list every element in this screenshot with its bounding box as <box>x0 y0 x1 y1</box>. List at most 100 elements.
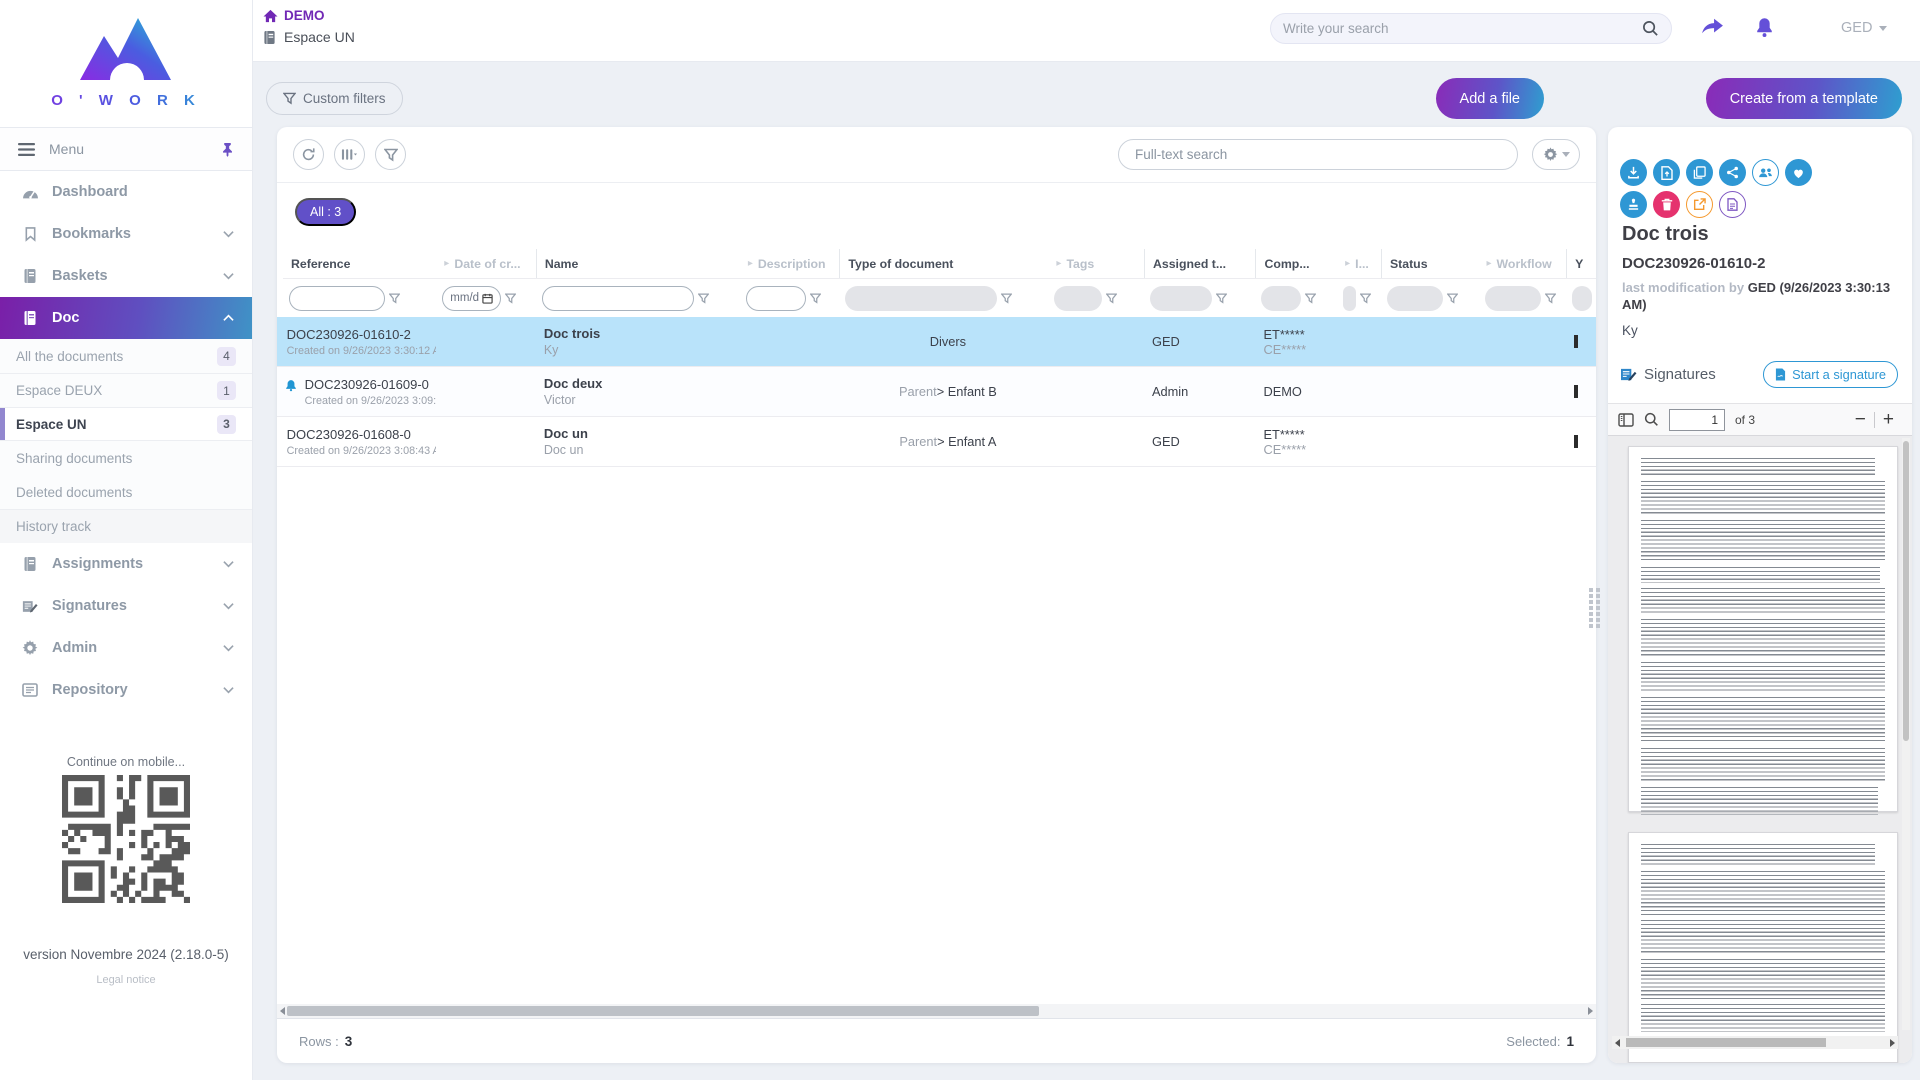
filter-icon[interactable] <box>1216 293 1227 304</box>
sidebar-item-all-documents[interactable]: All the documents 4 <box>0 339 252 373</box>
pdf-horizontal-scrollbar[interactable] <box>1612 1036 1898 1049</box>
column-header-assigned[interactable]: Assigned t... <box>1144 249 1256 278</box>
filter-company-input[interactable] <box>1261 286 1301 311</box>
filter-icon[interactable] <box>1106 293 1117 304</box>
sidebar-item-deleted-documents[interactable]: Deleted documents <box>0 475 252 509</box>
scrollbar-thumb[interactable] <box>1626 1038 1826 1047</box>
scroll-right-arrow[interactable] <box>1890 1039 1895 1047</box>
column-header-date[interactable]: Date of cr... <box>436 249 536 278</box>
sidebar-item-signatures[interactable]: Signatures <box>0 585 252 627</box>
column-header-reference[interactable]: Reference <box>283 249 436 278</box>
sidebar-item-baskets[interactable]: Baskets <box>0 255 252 297</box>
sidebar-item-bookmarks[interactable]: Bookmarks <box>0 213 252 255</box>
filter-icon[interactable] <box>1001 293 1012 304</box>
start-signature-button[interactable]: Start a signature <box>1763 361 1898 388</box>
upload-version-button[interactable] <box>1653 159 1680 186</box>
column-header-type[interactable]: Type of document <box>839 249 1048 278</box>
filter-icon[interactable] <box>1447 293 1458 304</box>
filter-i-input[interactable] <box>1343 286 1356 311</box>
sidebar-item-sharing-documents[interactable]: Sharing documents <box>0 441 252 475</box>
scroll-left-arrow[interactable] <box>280 1007 285 1015</box>
column-header-i[interactable]: I... <box>1337 249 1381 278</box>
pin-icon[interactable] <box>221 142 234 157</box>
sidebar-item-doc[interactable]: Doc <box>0 297 252 339</box>
sidebar-item-espace-un[interactable]: Espace UN 3 <box>0 407 252 441</box>
breadcrumb-space[interactable]: Espace UN <box>263 29 355 45</box>
table-row[interactable]: DOC230926-01610-2 Created on 9/26/2023 3… <box>277 317 1596 367</box>
zoom-in-button[interactable]: + <box>1875 410 1902 429</box>
create-from-template-button[interactable]: Create from a template <box>1706 78 1902 119</box>
download-button[interactable] <box>1620 159 1647 186</box>
table-filter-button[interactable] <box>375 139 406 170</box>
filter-icon[interactable] <box>505 293 516 304</box>
notifications-bell-icon[interactable] <box>1753 16 1776 40</box>
column-header-description[interactable]: Description <box>740 249 840 278</box>
sidebar-item-repository[interactable]: Repository <box>0 669 252 711</box>
column-header-status[interactable]: Status <box>1381 249 1479 278</box>
filter-assigned-input[interactable] <box>1150 286 1212 311</box>
filter-icon[interactable] <box>1545 293 1556 304</box>
filter-description-input[interactable] <box>746 286 806 311</box>
search-icon[interactable] <box>1642 20 1659 37</box>
sidebar-toggle-icon[interactable] <box>1618 413 1634 427</box>
pdf-page-input[interactable] <box>1669 409 1725 431</box>
global-search-input[interactable] <box>1283 21 1642 36</box>
filter-status-input[interactable] <box>1387 286 1443 311</box>
column-header-tags[interactable]: Tags <box>1048 249 1144 278</box>
table-row[interactable]: DOC230926-01609-0 Created on 9/26/2023 3… <box>277 367 1596 417</box>
custom-filters-button[interactable]: Custom filters <box>266 82 403 115</box>
pdf-viewer[interactable]: Il est certain que, si Ravaillac n'avait… <box>1608 436 1912 1063</box>
column-header-company[interactable]: Comp... <box>1255 249 1337 278</box>
menu-toggle[interactable]: Menu <box>0 127 252 171</box>
filter-icon[interactable] <box>1360 293 1371 304</box>
app-logo[interactable]: O ' W O R K <box>0 0 252 109</box>
sidebar-item-espace-deux[interactable]: Espace DEUX 1 <box>0 373 252 407</box>
scrollbar-thumb[interactable] <box>287 1006 1039 1016</box>
column-header-workflow[interactable]: Workflow <box>1479 249 1567 278</box>
favorite-heart-button[interactable] <box>1785 159 1812 186</box>
filter-icon[interactable] <box>698 293 709 304</box>
filter-icon[interactable] <box>1305 293 1316 304</box>
scroll-left-arrow[interactable] <box>1615 1039 1620 1047</box>
scroll-right-arrow[interactable] <box>1588 1007 1593 1015</box>
filter-name-input[interactable] <box>542 286 694 311</box>
table-horizontal-scrollbar[interactable] <box>277 1004 1596 1018</box>
share-button[interactable] <box>1719 159 1746 186</box>
legal-notice-link[interactable]: Legal notice <box>0 974 252 986</box>
pdf-vertical-scrollbar[interactable] <box>1902 438 1910 1030</box>
table-row[interactable]: DOC230926-01608-0 Created on 9/26/2023 3… <box>277 417 1596 467</box>
filter-workflow-input[interactable] <box>1485 286 1541 311</box>
panel-resize-handle[interactable] <box>1589 588 1600 628</box>
refresh-button[interactable] <box>293 139 324 170</box>
user-menu[interactable]: GED <box>1841 20 1887 36</box>
users-access-button[interactable] <box>1752 159 1779 186</box>
columns-button[interactable] <box>334 139 365 170</box>
column-header-name[interactable]: Name <box>536 249 740 278</box>
filter-type-input[interactable] <box>845 286 997 311</box>
scrollbar-thumb[interactable] <box>1903 441 1909 741</box>
filter-icon[interactable] <box>810 293 821 304</box>
stamp-button[interactable] <box>1620 191 1647 218</box>
open-external-button[interactable] <box>1686 191 1713 218</box>
filter-icon[interactable] <box>389 293 400 304</box>
breadcrumb-home[interactable]: DEMO <box>263 8 355 23</box>
share-forward-icon[interactable] <box>1700 16 1725 37</box>
delete-button[interactable] <box>1653 191 1680 218</box>
table-settings-button[interactable] <box>1532 139 1580 170</box>
pdf-search-icon[interactable] <box>1644 412 1659 427</box>
add-file-button[interactable]: Add a file <box>1436 78 1544 119</box>
sidebar-item-assignments[interactable]: Assignments <box>0 543 252 585</box>
sidebar-item-dashboard[interactable]: Dashboard <box>0 171 252 213</box>
sidebar-item-history-track[interactable]: History track <box>0 509 252 543</box>
fulltext-search-input[interactable] <box>1118 139 1518 170</box>
zoom-out-button[interactable]: − <box>1847 410 1874 429</box>
column-header-y[interactable]: Y <box>1566 249 1596 278</box>
filter-tags-input[interactable] <box>1054 286 1102 311</box>
all-count-badge[interactable]: All : 3 <box>295 198 356 226</box>
copy-button[interactable] <box>1686 159 1713 186</box>
sidebar-item-admin[interactable]: Admin <box>0 627 252 669</box>
document-properties-button[interactable] <box>1719 191 1746 218</box>
filter-date-input[interactable]: mm/d <box>442 286 501 311</box>
filter-y-input[interactable] <box>1572 286 1592 311</box>
filter-reference-input[interactable] <box>289 286 385 311</box>
